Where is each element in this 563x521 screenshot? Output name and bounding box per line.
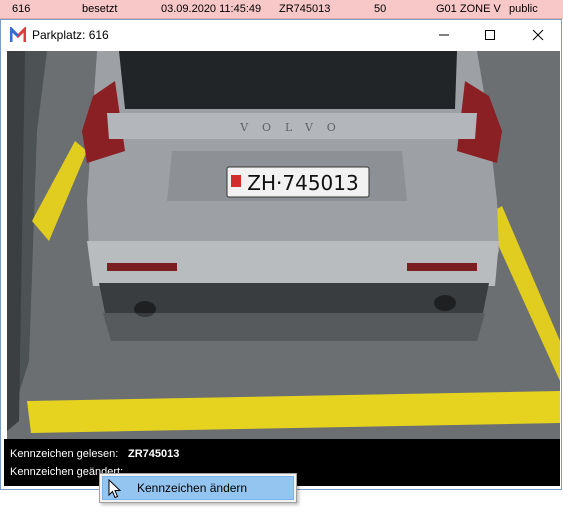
app-logo-icon bbox=[10, 27, 26, 42]
camera-image: ZH·745013 VOLVO bbox=[7, 51, 560, 459]
maximize-icon bbox=[485, 30, 495, 40]
license-plate-text: ZH·745013 bbox=[247, 171, 358, 195]
car-brand-lettering: VOLVO bbox=[239, 121, 350, 134]
mouse-cursor-icon bbox=[108, 479, 122, 499]
context-menu: Kennzeichen ändern bbox=[99, 473, 297, 503]
menu-item-label: Kennzeichen ändern bbox=[137, 481, 248, 495]
minimize-button[interactable] bbox=[421, 20, 467, 50]
title-bar[interactable]: Parkplatz: 616 bbox=[1, 20, 561, 50]
menu-item-change-plate[interactable]: Kennzeichen ändern bbox=[102, 476, 294, 500]
record-timestamp: 03.09.2020 11:45:49 bbox=[161, 3, 262, 15]
close-button[interactable] bbox=[515, 20, 561, 50]
maximize-button[interactable] bbox=[467, 20, 513, 50]
parking-space-window: Parkplatz: 616 ZH·745013 VOLVO Kennzeich… bbox=[0, 19, 562, 490]
parking-record-row[interactable]: 616 besetzt 03.09.2020 11:45:49 ZR745013… bbox=[0, 0, 563, 19]
close-icon bbox=[532, 29, 544, 41]
plate-read-value: ZR745013 bbox=[128, 448, 180, 460]
record-value: 50 bbox=[374, 3, 387, 15]
record-status: besetzt bbox=[82, 3, 118, 15]
plate-read-label: Kennzeichen gelesen: bbox=[10, 448, 119, 460]
window-title: Parkplatz: 616 bbox=[32, 28, 109, 42]
record-plate: ZR745013 bbox=[279, 3, 331, 15]
record-access: public bbox=[509, 3, 538, 15]
minimize-icon bbox=[439, 34, 449, 36]
record-id: 616 bbox=[12, 3, 31, 15]
record-zone: G01 ZONE V bbox=[436, 3, 501, 15]
